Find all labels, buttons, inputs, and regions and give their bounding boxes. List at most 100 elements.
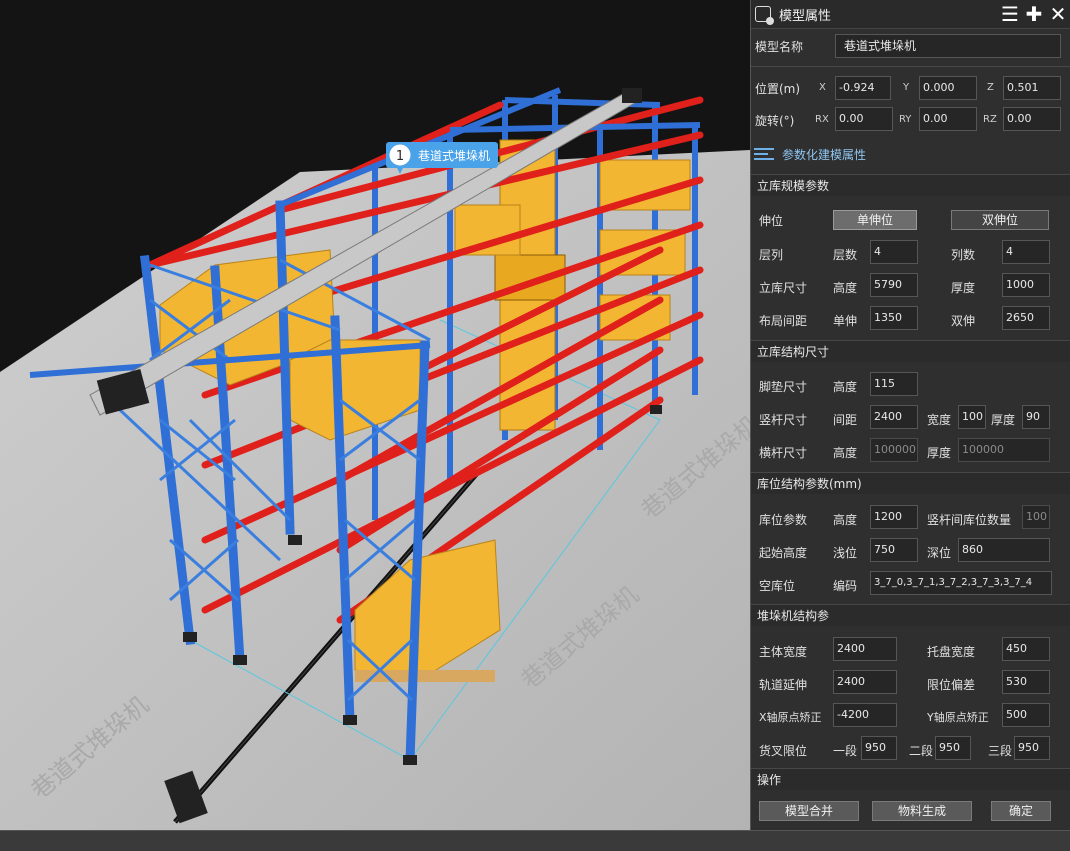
menu-icon[interactable]: ☰ xyxy=(998,2,1022,26)
y-origin-input[interactable]: 500 xyxy=(1002,703,1050,727)
section-stacker-title: 堆垛机结构参 xyxy=(751,604,1070,626)
rot-rz-input[interactable]: 0.00 xyxy=(1003,107,1061,131)
shallow-input[interactable]: 750 xyxy=(870,538,918,562)
cols-label: 列数 xyxy=(951,248,976,262)
slot-height-label: 高度 xyxy=(833,513,858,527)
fork-s1-input[interactable]: 950 xyxy=(861,736,897,760)
foot-size-label: 脚垫尺寸 xyxy=(759,380,808,394)
foot-height-input[interactable]: 115 xyxy=(870,372,918,396)
pos-y-input[interactable]: 0.000 xyxy=(919,76,977,100)
pallet-width-label: 托盘宽度 xyxy=(927,645,976,659)
x-origin-label: X轴原点矫正 xyxy=(759,711,822,724)
parametric-modeling-link[interactable]: 参数化建模属性 xyxy=(751,142,866,166)
rot-ry-label: RY xyxy=(899,114,912,125)
confirm-button[interactable]: 确定 xyxy=(991,801,1051,821)
layer-col-label: 层列 xyxy=(759,248,784,262)
beam-height-input[interactable]: 100000 xyxy=(870,438,918,462)
upright-width-input[interactable]: 100 xyxy=(958,405,986,429)
double-spacing-input[interactable]: 2650 xyxy=(1002,306,1050,330)
double-spacing-label: 双伸 xyxy=(951,314,976,328)
upright-spacing-label: 间距 xyxy=(833,413,858,427)
empty-slot-label: 空库位 xyxy=(759,579,796,593)
model-name-input[interactable]: 巷道式堆垛机 xyxy=(835,34,1061,58)
layers-input[interactable]: 4 xyxy=(870,240,918,264)
model-name-label: 模型名称 xyxy=(755,40,804,54)
rack-height-input[interactable]: 5790 xyxy=(870,273,918,297)
merge-model-button[interactable]: 模型合并 xyxy=(759,801,859,821)
panel-title: 模型属性 xyxy=(779,8,832,24)
empty-slot-code-input[interactable]: 3_7_0,3_7_1,3_7_2,3_7_3,3_7_4 xyxy=(870,571,1052,595)
beam-height-label: 高度 xyxy=(833,446,858,460)
model-properties-panel: 模型属性 ☰ ✚ ✕ 模型名称 巷道式堆垛机 位置(m) X -0.924 Y … xyxy=(750,0,1070,830)
generate-material-button[interactable]: 物料生成 xyxy=(872,801,972,821)
body-width-label: 主体宽度 xyxy=(759,645,808,659)
layout-spacing-label: 布局间距 xyxy=(759,314,808,328)
upright-size-label: 竖杆尺寸 xyxy=(759,413,808,427)
section-scale-title: 立库规模参数 xyxy=(751,174,1070,196)
pos-z-input[interactable]: 0.501 xyxy=(1003,76,1061,100)
single-extension-button[interactable]: 单伸位 xyxy=(833,210,917,230)
rotation-label: 旋转(°) xyxy=(755,114,795,128)
rot-rx-label: RX xyxy=(815,114,829,125)
rot-ry-input[interactable]: 0.00 xyxy=(919,107,977,131)
body-width-input[interactable]: 2400 xyxy=(833,637,897,661)
rack-height-label: 高度 xyxy=(833,281,858,295)
pallet-width-input[interactable]: 450 xyxy=(1002,637,1050,661)
rack-depth-input[interactable]: 1000 xyxy=(1002,273,1050,297)
slot-height-input[interactable]: 1200 xyxy=(870,505,918,529)
rail-far-block xyxy=(622,88,642,103)
cols-input[interactable]: 4 xyxy=(1002,240,1050,264)
double-extension-button[interactable]: 双伸位 xyxy=(951,210,1049,230)
y-origin-label: Y轴原点矫正 xyxy=(927,711,989,724)
pos-x-input[interactable]: -0.924 xyxy=(835,76,891,100)
limit-offset-input[interactable]: 530 xyxy=(1002,670,1050,694)
fork-s3-label: 三段 xyxy=(988,744,1013,758)
single-spacing-input[interactable]: 1350 xyxy=(870,306,918,330)
fork-s2-input[interactable]: 950 xyxy=(935,736,971,760)
slot-count-input[interactable]: 100 xyxy=(1022,505,1050,529)
pos-z-label: Z xyxy=(987,82,994,93)
section-ops-title: 操作 xyxy=(751,768,1070,790)
rack-depth-label: 厚度 xyxy=(951,281,976,295)
extension-label: 伸位 xyxy=(759,214,784,228)
slot-count-label: 竖杆间库位数量 xyxy=(927,513,1012,527)
upright-depth-input[interactable]: 90 xyxy=(1022,405,1050,429)
rail-extension-input[interactable]: 2400 xyxy=(833,670,897,694)
close-icon[interactable]: ✕ xyxy=(1046,2,1070,26)
callout-label: 巷道式堆垛机 xyxy=(418,148,490,163)
rail-extension-label: 轨道延伸 xyxy=(759,678,808,692)
callout-number: 1 xyxy=(396,149,404,164)
start-height-label: 起始高度 xyxy=(759,546,808,560)
beam-size-label: 横杆尺寸 xyxy=(759,446,808,460)
upright-depth-label: 厚度 xyxy=(991,413,1016,427)
code-label: 编码 xyxy=(833,579,858,593)
properties-icon xyxy=(755,6,774,25)
sliders-icon xyxy=(754,146,774,162)
x-origin-input[interactable]: -4200 xyxy=(833,703,897,727)
limit-offset-label: 限位偏差 xyxy=(927,678,976,692)
deep-input[interactable]: 860 xyxy=(958,538,1050,562)
pos-x-label: X xyxy=(819,82,826,93)
section-slot-title: 库位结构参数(mm) xyxy=(751,472,1070,494)
fork-limit-label: 货叉限位 xyxy=(759,744,808,758)
status-bar xyxy=(0,830,1070,851)
fork-s2-label: 二段 xyxy=(909,744,934,758)
parametric-modeling-label: 参数化建模属性 xyxy=(782,147,867,162)
fork-s1-label: 一段 xyxy=(833,744,858,758)
upright-spacing-input[interactable]: 2400 xyxy=(870,405,918,429)
3d-viewport[interactable]: 巷道式堆垛机 巷道式堆垛机 巷道式堆垛机 1 巷道式堆垛机 xyxy=(0,0,750,830)
beam-depth-label: 厚度 xyxy=(927,446,952,460)
section-structure-title: 立库结构尺寸 xyxy=(751,340,1070,362)
fork-s3-input[interactable]: 950 xyxy=(1014,736,1050,760)
add-icon[interactable]: ✚ xyxy=(1022,2,1046,26)
divider xyxy=(751,66,1070,67)
pos-y-label: Y xyxy=(903,82,910,93)
position-label: 位置(m) xyxy=(755,82,801,96)
beam-depth-input[interactable]: 100000 xyxy=(958,438,1050,462)
shallow-label: 浅位 xyxy=(833,546,858,560)
upright-width-label: 宽度 xyxy=(927,413,952,427)
single-spacing-label: 单伸 xyxy=(833,314,858,328)
panel-titlebar: 模型属性 ☰ ✚ ✕ xyxy=(751,0,1070,29)
rot-rx-input[interactable]: 0.00 xyxy=(835,107,893,131)
foot-height-label: 高度 xyxy=(833,380,858,394)
